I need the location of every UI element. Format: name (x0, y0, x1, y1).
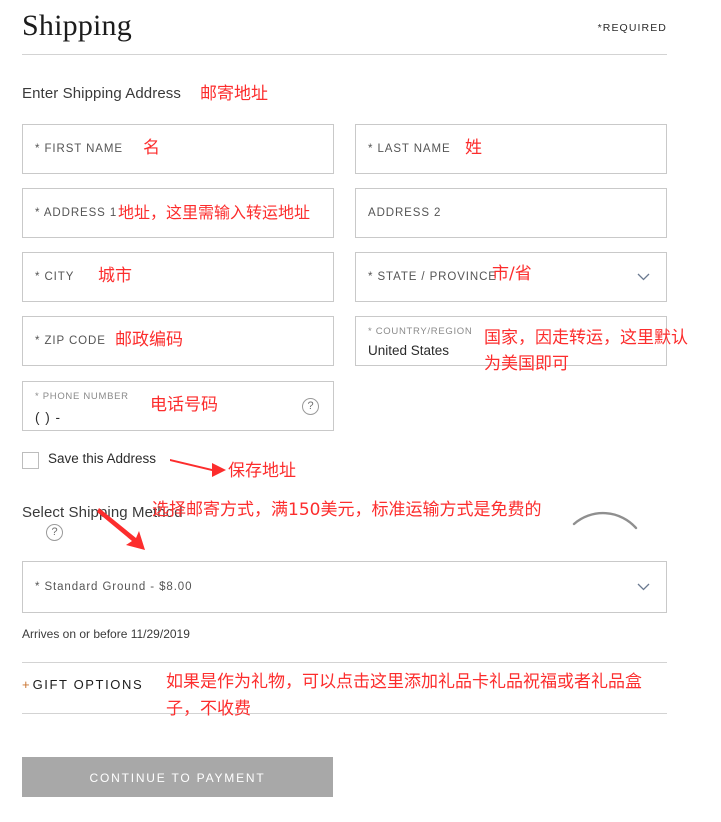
annotation-arrow-icon (170, 459, 226, 477)
zip-code-label: * ZIP CODE (35, 335, 106, 347)
page-title: Shipping (22, 9, 132, 42)
enter-shipping-address-heading: Enter Shipping Address (22, 85, 181, 102)
help-icon[interactable]: ? (46, 524, 63, 541)
address-1-label: * ADDRESS 1 (35, 207, 118, 219)
phone-number-mask: ( ) - (35, 410, 61, 425)
gray-arc-icon (572, 511, 638, 530)
continue-to-payment-button[interactable]: CONTINUE TO PAYMENT (22, 757, 333, 797)
city-label: * CITY (35, 271, 75, 283)
required-note: *REQUIRED (597, 22, 667, 34)
city-input[interactable]: * CITY (22, 252, 334, 302)
save-address-label: Save this Address (48, 451, 157, 466)
page-header: Shipping *REQUIRED (22, 6, 667, 54)
country-region-label: * COUNTRY/REGION (368, 326, 473, 337)
help-icon[interactable]: ? (302, 398, 319, 415)
country-region-value: United States (368, 343, 450, 358)
chevron-down-icon (637, 270, 650, 283)
state-province-select[interactable]: * STATE / PROVINCE (355, 252, 667, 302)
gift-options-divider-bottom (22, 713, 667, 714)
gift-options-divider-top (22, 662, 667, 663)
annotation-address-heading: 邮寄地址 (200, 84, 268, 104)
state-province-label: * STATE / PROVINCE (368, 271, 497, 283)
arrival-estimate: Arrives on or before 11/29/2019 (22, 627, 190, 641)
country-region-field[interactable]: * COUNTRY/REGION United States (355, 316, 667, 366)
annotation-save-address: 保存地址 (228, 461, 296, 481)
plus-icon: + (22, 677, 30, 692)
address-1-input[interactable]: * ADDRESS 1 (22, 188, 334, 238)
annotation-shipping-method: 选择邮寄方式，满150美元，标准运输方式是免费的 (152, 500, 542, 520)
gift-options-label: GIFT OPTIONS (32, 677, 144, 692)
first-name-input[interactable]: * FIRST NAME (22, 124, 334, 174)
header-divider (22, 54, 667, 55)
annotation-gift-options: 如果是作为礼物，可以点击这里添加礼品卡礼品祝福或者礼品盒 子，不收费 (166, 672, 642, 719)
select-shipping-method-heading: Select Shipping Method (22, 504, 183, 521)
last-name-label: * LAST NAME (368, 143, 451, 155)
phone-number-label: * PHONE NUMBER (35, 391, 129, 402)
shipping-method-value: * Standard Ground - $8.00 (35, 581, 193, 593)
save-address-checkbox[interactable] (22, 452, 39, 469)
phone-number-input[interactable]: * PHONE NUMBER ( ) - ? (22, 381, 334, 431)
last-name-input[interactable]: * LAST NAME (355, 124, 667, 174)
address-2-input[interactable]: ADDRESS 2 (355, 188, 667, 238)
gift-options-toggle[interactable]: + GIFT OPTIONS (22, 677, 143, 692)
chevron-down-icon (637, 580, 650, 593)
shipping-method-select[interactable]: * Standard Ground - $8.00 (22, 561, 667, 613)
zip-code-input[interactable]: * ZIP CODE (22, 316, 334, 366)
first-name-label: * FIRST NAME (35, 143, 123, 155)
address-2-label: ADDRESS 2 (368, 207, 442, 219)
